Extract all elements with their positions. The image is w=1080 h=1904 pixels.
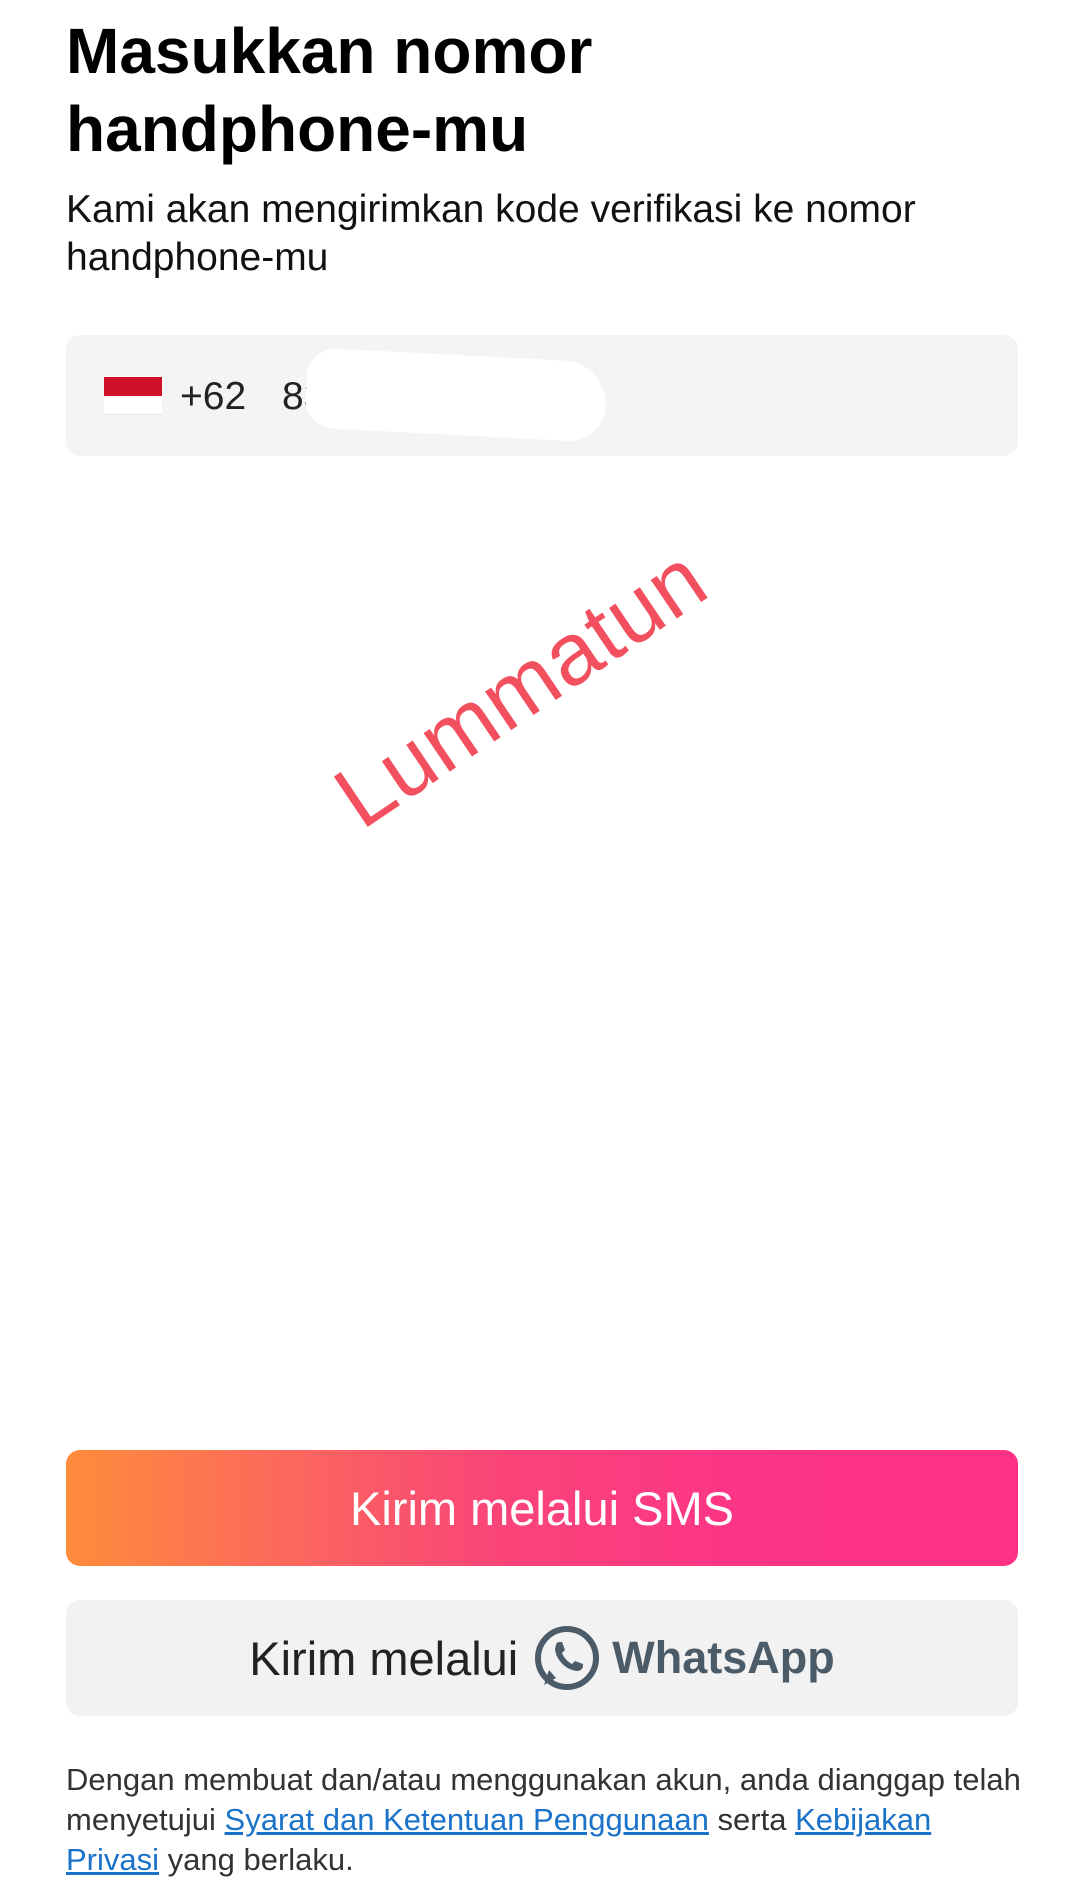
send-via-sms-button[interactable]: Kirim melalui SMS: [66, 1450, 1018, 1566]
terms-suffix: yang berlaku.: [167, 1842, 354, 1877]
phone-number-field[interactable]: +62 831ı: [66, 335, 1018, 456]
page-subtitle: Kami akan mengirimkan kode verifikasi ke…: [66, 188, 916, 279]
terms-notice: Dengan membuat dan/atau menggunakan akun…: [66, 1760, 1026, 1880]
phone-verification-screen: Masukkan nomor handphone-mu Kami akan me…: [0, 0, 1080, 1904]
terms-middle: serta: [717, 1802, 787, 1837]
terms-of-use-link[interactable]: Syarat dan Ketentuan Penggunaan: [225, 1802, 709, 1837]
send-via-whatsapp-button[interactable]: Kirim melalui WhatsApp: [66, 1600, 1018, 1716]
whatsapp-brand: WhatsApp: [612, 1632, 835, 1683]
country-code[interactable]: +62: [180, 373, 246, 421]
send-via-whatsapp-label: Kirim melalui: [249, 1631, 519, 1685]
indonesia-flag-icon[interactable]: [104, 377, 162, 415]
page-title: Masukkan nomor handphone-mu: [66, 15, 593, 165]
redaction-mark: [304, 347, 608, 443]
watermark-text: Lummatun: [317, 527, 724, 847]
send-via-sms-label: Kirim melalui SMS: [350, 1481, 734, 1535]
whatsapp-icon: [535, 1626, 600, 1690]
